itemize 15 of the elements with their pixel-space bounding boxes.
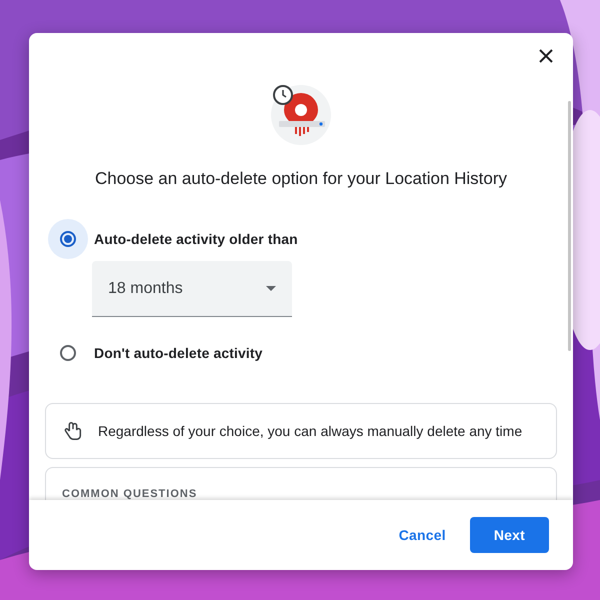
cancel-button[interactable]: Cancel: [390, 517, 454, 553]
radio-button[interactable]: [60, 345, 76, 361]
location-shredder-drawing: [269, 83, 333, 147]
caret-icon: [266, 286, 276, 291]
scrollbar[interactable]: [568, 101, 571, 351]
dialog-title: Choose an auto-delete option for your Location History: [94, 169, 508, 189]
info-text: Regardless of your choice, you can always manually delete any time: [98, 423, 522, 439]
hand-icon: [62, 420, 84, 442]
option-label[interactable]: Don't auto-delete activity: [94, 345, 263, 361]
close-icon[interactable]: [539, 49, 553, 63]
dropdown[interactable]: 18 months: [92, 261, 292, 317]
radio-button[interactable]: [60, 231, 76, 247]
next-button[interactable]: Next: [470, 517, 549, 553]
option-label[interactable]: Auto-delete activity older than: [94, 231, 298, 247]
section-heading: COMMON QUESTIONS: [62, 488, 198, 500]
